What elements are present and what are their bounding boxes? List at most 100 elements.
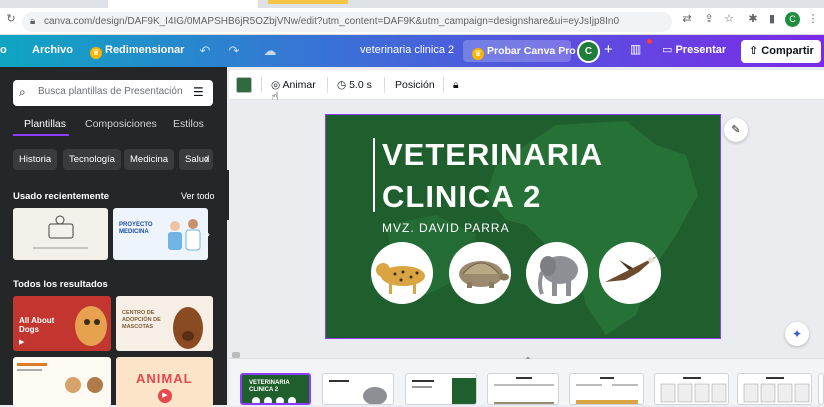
recent-template-thumb-1[interactable]: [13, 208, 108, 260]
carousel-next-icon[interactable]: ›: [206, 227, 210, 241]
browser-tab-strip: [0, 0, 824, 8]
url-text: canva.com/design/DAF9K_I4IG/0MAPSHB6jR5O…: [44, 16, 620, 27]
page-thumb-8[interactable]: [818, 373, 824, 405]
resize-button[interactable]: ♛ Redimensionar: [90, 44, 184, 59]
try-pro-button[interactable]: ♛ Probar Canva Pro: [463, 40, 576, 62]
tab-styles[interactable]: Estilos: [173, 118, 204, 130]
doctors-illustration-icon: [168, 219, 201, 251]
toolbar-divider: [384, 77, 385, 93]
chip-tecnologia[interactable]: Tecnología: [63, 149, 121, 170]
redo-icon[interactable]: ↷: [226, 43, 242, 59]
page-thumb-5[interactable]: [569, 373, 644, 405]
active-tab-indicator: [13, 134, 69, 136]
browser-menu-icon[interactable]: ⋮: [806, 12, 820, 26]
lock-icon[interactable]: 🔒︎: [453, 79, 459, 92]
share-button[interactable]: ⇧ Compartir: [741, 40, 821, 63]
side-panel-icon[interactable]: ▮: [765, 12, 779, 26]
slide-subtitle[interactable]: MVZ. DAVID PARRA: [382, 221, 510, 235]
see-all-link[interactable]: Ver todo: [181, 191, 215, 201]
page-thumb-1[interactable]: VETERINARIA CLINICA 2: [240, 373, 311, 405]
share-label: Compartir: [761, 45, 814, 57]
tab-compositions[interactable]: Composiciones: [85, 118, 157, 130]
lock-icon[interactable]: 🔒︎: [30, 16, 40, 28]
try-pro-label: Probar Canva Pro: [487, 45, 576, 57]
toolbar-divider: [443, 77, 444, 93]
tortoise-icon: [459, 261, 509, 288]
leopard-image[interactable]: [371, 242, 433, 304]
page-thumb-content: [576, 377, 638, 404]
elephant-image[interactable]: [526, 242, 588, 304]
play-video-icon: ▶: [158, 389, 172, 403]
result-template-3[interactable]: [13, 357, 111, 407]
editor-header: o Archivo ♛ Redimensionar ↶ ↷ ☁ veterinar…: [0, 35, 824, 67]
undo-icon[interactable]: ↶: [197, 43, 213, 59]
clock-icon: ◷: [337, 79, 350, 91]
templates-panel: ⌕ Busca plantillas de Presentación ☰ Pla…: [0, 67, 227, 407]
chevron-right-icon[interactable]: ›: [205, 153, 209, 165]
duration-label: 5.0 s: [349, 79, 372, 91]
title-accent-line: [373, 138, 375, 212]
insights-chart-icon[interactable]: ▥: [630, 42, 648, 60]
slide-canvas[interactable]: VETERINARIA CLINICA 2 MVZ. DAVID PARRA: [325, 114, 721, 339]
duration-button[interactable]: ◷ 5.0 s: [337, 79, 372, 91]
dog-photo-icon: [173, 307, 203, 349]
recent-template-thumb-2[interactable]: PROYECTO MEDICINA: [113, 208, 208, 260]
url-field[interactable]: 🔒︎ canva.com/design/DAF9K_I4IG/0MAPSHB6j…: [22, 12, 672, 32]
thumb-title: ANIMAL: [136, 371, 193, 386]
add-comment-icon[interactable]: ✎: [724, 118, 748, 142]
all-results-title: Todos los resultados: [13, 279, 108, 290]
chip-historia[interactable]: Historia: [13, 149, 58, 170]
page-thumb-animals: [252, 397, 296, 403]
share-upload-icon: ⇧: [749, 45, 762, 57]
page-thumb-4[interactable]: [487, 373, 559, 405]
present-button[interactable]: ▭ Presentar: [662, 43, 726, 56]
position-button[interactable]: Posición: [395, 79, 435, 91]
slide-title-line-1[interactable]: VETERINARIA: [382, 137, 603, 173]
result-template-dogs[interactable]: All About Dogs ▶: [13, 296, 111, 351]
dog-illustration-icon: [75, 306, 107, 346]
browser-tab-active[interactable]: [108, 0, 258, 8]
reload-icon[interactable]: ↻: [4, 12, 18, 26]
crown-icon: ♛: [90, 47, 102, 59]
chip-medicina[interactable]: Medicina: [124, 149, 175, 170]
user-avatar[interactable]: C: [577, 40, 600, 63]
page-thumb-6[interactable]: [654, 373, 729, 405]
browser-profile-avatar[interactable]: C: [785, 12, 800, 27]
expand-pages-icon[interactable]: ⌃: [522, 356, 534, 365]
template-search-input[interactable]: ⌕ Busca plantillas de Presentación ☰: [13, 80, 213, 106]
share-page-icon[interactable]: ⇪: [702, 12, 716, 26]
add-collaborator-icon[interactable]: +: [604, 41, 613, 58]
tortoise-image[interactable]: [449, 242, 511, 304]
recent-section-title: Usado recientemente: [13, 191, 110, 202]
magic-assistant-icon[interactable]: ✦: [785, 322, 809, 346]
tab-templates[interactable]: Plantillas: [24, 118, 66, 130]
page-thumb-7[interactable]: [737, 373, 812, 405]
toolbar-divider: [261, 77, 262, 93]
slide-title-line-2[interactable]: CLINICA 2: [382, 179, 541, 215]
result-template-adoption[interactable]: CENTRO DE ADOPCIÓN DE MASCOTAS: [116, 296, 213, 351]
translate-icon[interactable]: ⇄: [680, 12, 694, 26]
cloud-saved-icon[interactable]: ☁: [262, 43, 278, 59]
page-thumb-2[interactable]: [322, 373, 394, 405]
browser-address-bar: ↻ 🔒︎ canva.com/design/DAF9K_I4IG/0MAPSHB…: [0, 8, 824, 35]
page-thumb-content: [660, 377, 727, 403]
file-menu-button[interactable]: Archivo: [32, 44, 73, 56]
search-placeholder: Busca plantillas de Presentación: [38, 86, 183, 97]
home-link-fragment[interactable]: o: [0, 44, 7, 56]
page-thumb-3[interactable]: [405, 373, 477, 405]
page-thumb-content: [412, 378, 476, 404]
background-color-swatch[interactable]: [236, 77, 252, 93]
document-title[interactable]: veterinaria clinica 2: [360, 44, 454, 56]
browser-tab-group-marker[interactable]: [268, 0, 348, 4]
crown-icon: ♛: [472, 48, 484, 60]
extensions-icon[interactable]: ✱: [746, 12, 760, 26]
filter-sliders-icon[interactable]: ☰: [193, 85, 204, 99]
play-video-icon: ▶: [19, 339, 25, 346]
bookmark-star-icon[interactable]: ☆: [722, 12, 736, 26]
eagle-image[interactable]: [599, 242, 661, 304]
editor-toolbar: ◎ Animar ◷ 5.0 s Posición 🔒︎: [229, 70, 824, 100]
notification-dot: [647, 39, 652, 44]
result-template-animal[interactable]: ANIMAL ▶: [116, 357, 213, 407]
animate-label: Animar: [282, 79, 316, 91]
present-label: Presentar: [675, 44, 727, 56]
